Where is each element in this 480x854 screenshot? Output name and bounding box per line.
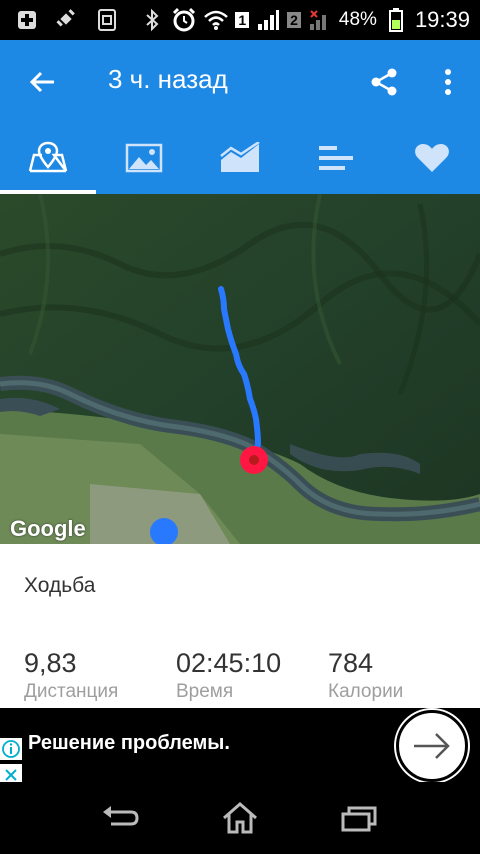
stat-distance: 9,83 Дистанция — [24, 648, 118, 703]
calories-value: 784 — [328, 648, 374, 678]
signal-icon — [255, 7, 281, 33]
battery-percent: 48% — [338, 9, 377, 30]
tab-heart-rate[interactable] — [384, 122, 480, 194]
ad-open-button[interactable] — [396, 710, 468, 782]
tab-bar — [0, 122, 480, 194]
sim2-badge: 2 — [287, 12, 301, 28]
ad-info-button[interactable] — [0, 738, 22, 760]
clock: 19:39 — [414, 7, 470, 32]
app-bar: 3 ч. назад — [0, 40, 480, 194]
share-button[interactable] — [364, 62, 404, 102]
activity-type: Ходьба — [24, 574, 96, 597]
tab-laps[interactable] — [288, 122, 384, 194]
chart-icon — [220, 142, 260, 172]
info-icon — [2, 740, 20, 758]
page-title: 3 ч. назад — [108, 64, 228, 94]
calories-label: Калории — [328, 681, 404, 702]
distance-label: Дистанция — [24, 681, 119, 702]
recents-icon — [341, 806, 377, 832]
status-bar: 1 2 48% 19:39 — [0, 0, 480, 40]
arrow-right-icon — [414, 733, 450, 759]
stat-duration: 02:45:10 Время — [176, 648, 281, 703]
nav-home-button[interactable] — [218, 798, 262, 838]
share-icon — [371, 68, 397, 96]
no-signal-icon — [307, 7, 333, 33]
tab-map[interactable] — [0, 122, 96, 194]
duration-value: 02:45:10 — [176, 648, 282, 678]
image-icon — [125, 143, 163, 173]
back-button[interactable] — [22, 62, 62, 102]
ad-headline[interactable]: Решение проблемы. — [28, 732, 230, 755]
close-icon — [5, 769, 17, 781]
workout-summary: Ходьба 9,83 Дистанция 02:45:10 Время 784… — [0, 544, 480, 708]
stat-calories: 784 Калории — [328, 648, 403, 703]
list-icon — [319, 146, 353, 170]
heart-icon — [415, 144, 449, 172]
nav-back-button[interactable] — [98, 798, 142, 838]
duration-label: Время — [176, 681, 234, 702]
google-logo: Google — [10, 516, 86, 541]
sim1-badge: 1 — [235, 12, 250, 28]
bluetooth-icon — [139, 7, 165, 33]
distance-value: 9,83 — [24, 648, 77, 678]
alarm-icon — [171, 7, 197, 33]
nav-recents-button[interactable] — [338, 798, 382, 838]
back-icon — [103, 806, 139, 826]
system-nav-bar — [0, 782, 480, 854]
battery-icon — [383, 7, 409, 33]
satellite-map — [0, 194, 480, 544]
clipboard-icon — [94, 7, 120, 33]
arrow-left-icon — [29, 71, 54, 93]
ad-banner[interactable]: Решение проблемы. — [0, 708, 480, 786]
toolbar: 3 ч. назад — [0, 40, 480, 122]
plus-notification-icon — [14, 7, 40, 33]
tab-photos[interactable] — [96, 122, 192, 194]
more-options-button[interactable] — [428, 62, 468, 102]
map-icon — [28, 141, 68, 173]
home-icon — [223, 802, 257, 834]
tab-charts[interactable] — [192, 122, 288, 194]
wifi-icon — [203, 7, 229, 33]
satellite-icon — [54, 7, 80, 33]
more-vert-icon — [445, 69, 451, 95]
route-map[interactable]: Google — [0, 194, 480, 544]
